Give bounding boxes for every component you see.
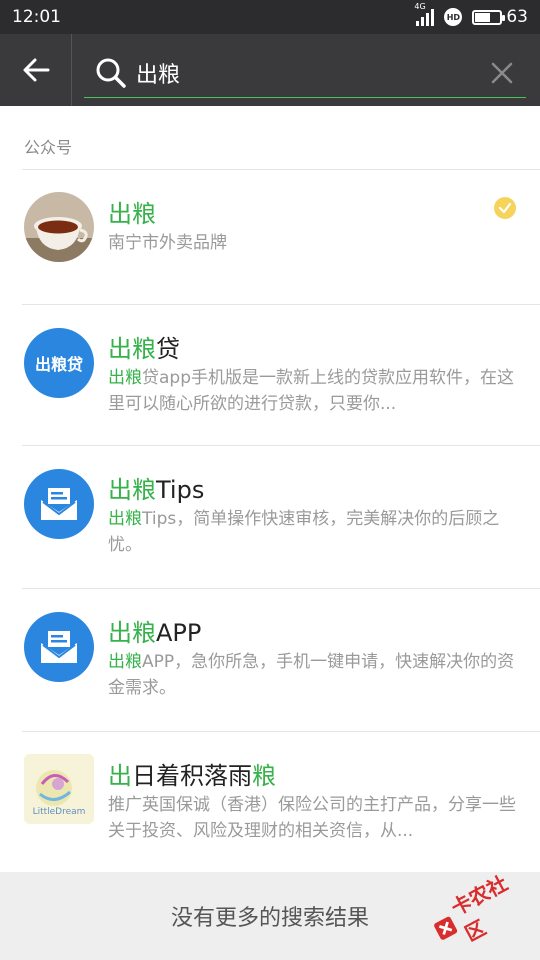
description-text: 南宁市外卖品牌 (108, 233, 227, 253)
name-rest: Tips (156, 476, 205, 504)
description-text: 推广英国保诚（香港）保险公司的主打产品，分享一些关于投资、风险及理财的相关资信，… (108, 795, 516, 841)
section-title: 公众号 (24, 138, 73, 157)
name-highlight: 出粮 (108, 335, 156, 363)
result-name: 出粮 (108, 194, 156, 229)
status-time: 12:01 (12, 7, 61, 27)
result-name: 出日着积落雨粮 (108, 756, 276, 791)
battery-icon (472, 9, 506, 25)
result-description: 出粮APP，急你所急，手机一键申请，快速解决你的资金需求。 (108, 649, 518, 701)
name-highlight: 出粮 (108, 200, 156, 228)
search-input[interactable]: 出粮 (136, 57, 484, 89)
avatar: LittleDream (24, 754, 94, 824)
name-highlight: 出 (108, 762, 132, 790)
search-field[interactable]: 出粮 (84, 48, 526, 98)
status-bar: 12:01 4G HD 63 (0, 0, 540, 34)
network-label: 4G (414, 2, 426, 11)
result-item[interactable]: 出粮贷 出粮贷 出粮贷app手机版是一款新上线的贷款应用软件，在这里可以随心所欲… (0, 305, 540, 445)
description-highlight: 出粮 (108, 368, 142, 388)
result-item[interactable]: 出粮APP 出粮APP，急你所急，手机一键申请，快速解决你的资金需求。 (0, 589, 540, 731)
avatar (24, 192, 94, 262)
name-highlight: 粮 (252, 762, 276, 790)
avatar-text: 出粮贷 (34, 355, 83, 374)
battery-indicator: 63 (472, 7, 528, 27)
avatar (24, 469, 94, 539)
name-highlight: 出粮 (108, 619, 156, 647)
description-highlight: 出粮 (108, 652, 142, 672)
result-name: 出粮Tips (108, 470, 204, 505)
result-item[interactable]: 出粮 南宁市外卖品牌 (0, 170, 540, 304)
signal-icon: 4G (414, 2, 435, 26)
result-name: 出粮贷 (108, 329, 180, 364)
hd-icon: HD (444, 8, 463, 26)
description-text: 贷app手机版是一款新上线的贷款应用软件，在这里可以随心所欲的进行贷款，只要你.… (108, 368, 514, 414)
result-description: 南宁市外卖品牌 (108, 230, 518, 256)
result-description: 推广英国保诚（香港）保险公司的主打产品，分享一些关于投资、风险及理财的相关资信，… (108, 792, 518, 844)
close-icon (491, 62, 513, 83)
arrow-left-icon (23, 58, 49, 82)
name-rest: APP (156, 619, 202, 647)
status-icons: 4G HD 63 (414, 2, 528, 27)
result-item[interactable]: 出粮Tips 出粮Tips，简单操作快速审核，完美解决你的后顾之忧。 (0, 446, 540, 588)
result-name: 出粮APP (108, 613, 201, 648)
littledream-logo: LittleDream (24, 754, 94, 824)
verified-badge-icon (494, 197, 516, 219)
name-rest: 日着积落雨 (132, 762, 252, 790)
name-highlight: 出粮 (108, 476, 156, 504)
mail-icon (41, 631, 77, 663)
description-text: Tips，简单操作快速审核，完美解决你的后顾之忧。 (108, 509, 500, 555)
description-highlight: 出粮 (108, 509, 142, 529)
result-item[interactable]: LittleDream 出日着积落雨粮 推广英国保诚（香港）保险公司的主打产品，… (0, 732, 540, 872)
search-header: 出粮 (0, 34, 540, 106)
result-description: 出粮贷app手机版是一款新上线的贷款应用软件，在这里可以随心所欲的进行贷款，只要… (108, 365, 518, 417)
clear-button[interactable] (484, 55, 520, 91)
name-rest: 贷 (156, 335, 180, 363)
avatar (24, 612, 94, 682)
footer-text: 没有更多的搜索结果 (170, 906, 369, 931)
mail-icon (41, 488, 77, 520)
result-description: 出粮Tips，简单操作快速审核，完美解决你的后顾之忧。 (108, 506, 518, 558)
battery-level: 63 (506, 7, 528, 27)
description-text: APP，急你所急，手机一键申请，快速解决你的资金需求。 (108, 652, 515, 698)
avatar: 出粮贷 (24, 328, 94, 398)
tea-cup-image (24, 192, 94, 262)
back-button[interactable] (0, 34, 72, 106)
avatar-text: LittleDream (33, 807, 86, 817)
search-icon (96, 58, 126, 88)
